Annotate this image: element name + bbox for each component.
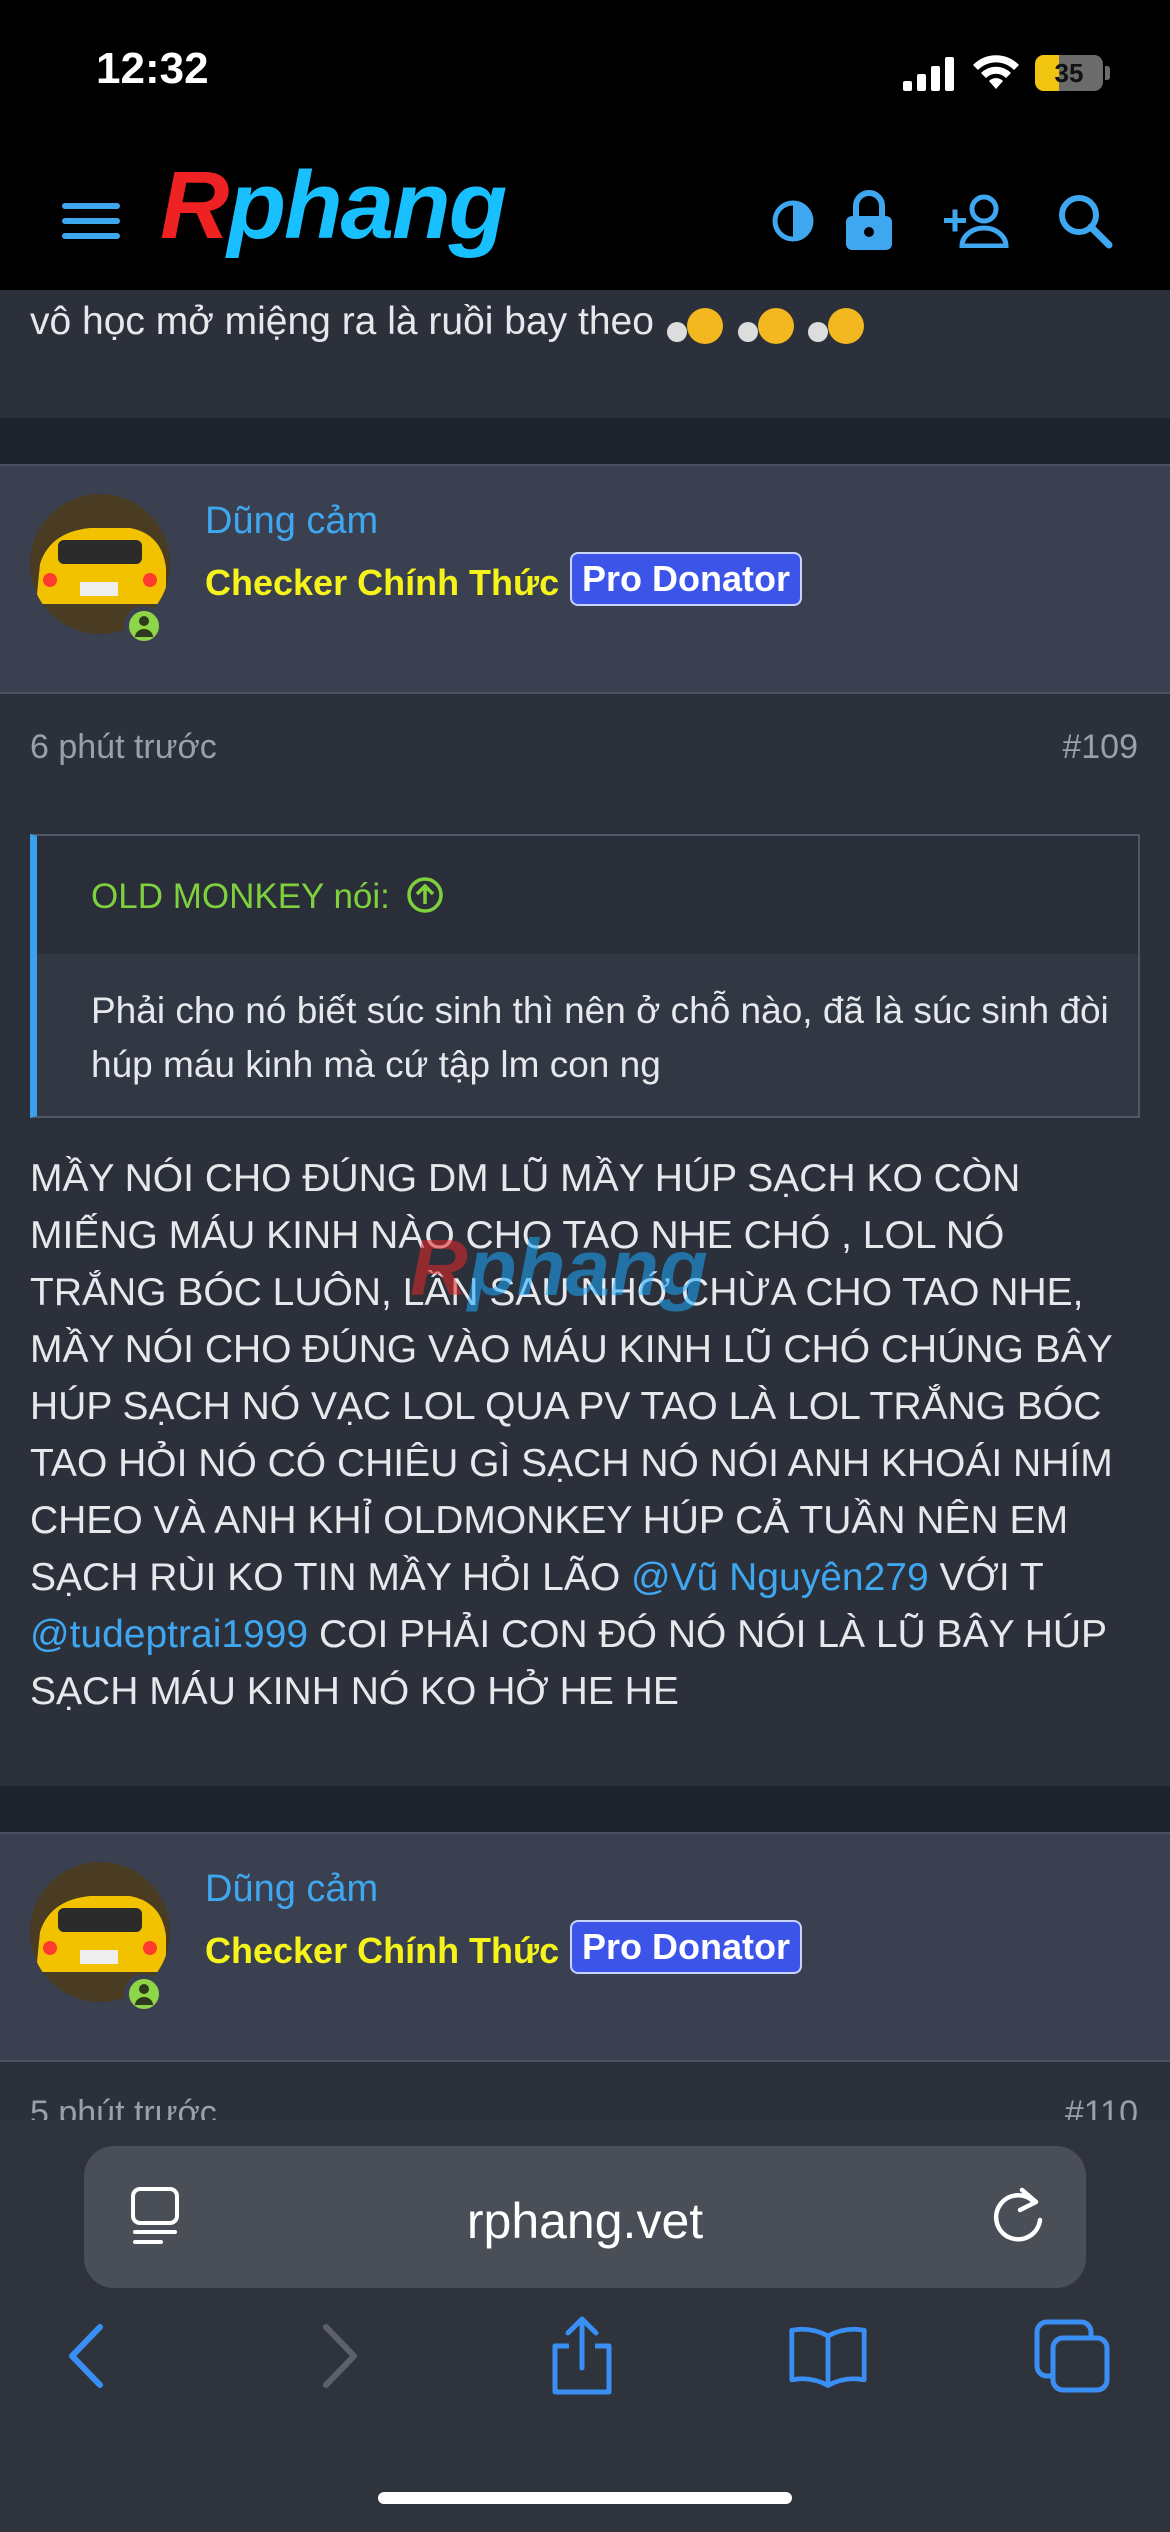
- lock-icon[interactable]: [834, 186, 904, 256]
- user-title: Checker Chính Thức: [205, 562, 560, 603]
- home-indicator: [378, 2492, 792, 2504]
- back-icon[interactable]: [46, 2316, 126, 2396]
- laugh-emoji-icon: [806, 302, 866, 346]
- laugh-emoji-icon: [736, 302, 796, 346]
- jump-to-quote-icon[interactable]: [406, 876, 444, 914]
- quote-author[interactable]: OLD MONKEY nói:: [91, 876, 444, 917]
- wifi-icon: [973, 55, 1019, 89]
- laugh-emoji-icon: [665, 302, 725, 346]
- url-text: rphang.vet: [466, 2193, 704, 2249]
- quote-block: OLD MONKEY nói: Phải cho nó biết súc sin…: [30, 834, 1140, 1118]
- battery-icon: 35: [1035, 55, 1103, 91]
- post-number[interactable]: #109: [1062, 728, 1138, 767]
- tabs-icon[interactable]: [1032, 2316, 1112, 2396]
- theme-toggle-icon[interactable]: [758, 186, 828, 256]
- status-icons: 35: [903, 50, 1110, 96]
- site-logo[interactable]: Rphang: [160, 158, 507, 254]
- battery-tip: [1105, 66, 1110, 80]
- online-status-icon: [124, 1974, 164, 2014]
- username[interactable]: Dũng cảm: [205, 1868, 378, 1911]
- share-icon[interactable]: [542, 2316, 622, 2396]
- address-bar[interactable]: rphang.vet: [84, 2146, 1086, 2288]
- username[interactable]: Dũng cảm: [205, 500, 378, 543]
- donator-badge: Pro Donator: [570, 1920, 803, 1974]
- previous-post-text-line: vô học mở miệng ra là ruồi bay theo: [30, 300, 866, 346]
- user-mention[interactable]: @tudeptrai1999: [30, 1613, 308, 1656]
- online-status-icon: [124, 606, 164, 646]
- status-time: 12:32: [96, 44, 209, 93]
- user-mention[interactable]: @Vũ Nguyên279: [631, 1556, 929, 1599]
- user-title: Checker Chính Thức: [205, 1930, 560, 1971]
- register-user-icon[interactable]: [942, 186, 1012, 256]
- bookmarks-icon[interactable]: [788, 2316, 868, 2396]
- search-icon[interactable]: [1050, 186, 1120, 256]
- logo-text-phang: phang: [227, 152, 507, 259]
- battery-level: 35: [1054, 58, 1084, 88]
- donator-badge: Pro Donator: [570, 552, 803, 606]
- site-watermark: Rphang: [410, 1223, 708, 1312]
- quote-text: Phải cho nó biết súc sinh thì nên ở chỗ …: [91, 990, 1109, 1085]
- menu-icon[interactable]: [56, 186, 126, 256]
- post-separator: [0, 418, 1170, 466]
- reload-icon[interactable]: [990, 2186, 1046, 2246]
- logo-text-r: R: [160, 152, 229, 259]
- post-separator: [0, 1786, 1170, 1834]
- status-bar: 12:32 35: [0, 0, 1170, 150]
- forward-icon[interactable]: [300, 2316, 380, 2396]
- cellular-signal-icon: [903, 57, 954, 91]
- post-time[interactable]: 6 phút trước: [30, 728, 217, 767]
